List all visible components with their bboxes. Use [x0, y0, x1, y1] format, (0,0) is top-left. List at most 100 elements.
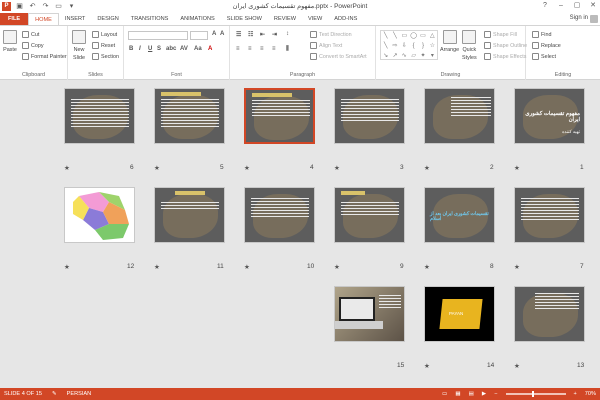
- language-indicator[interactable]: PERSIAN: [67, 388, 92, 400]
- shadow-button[interactable]: abc: [166, 46, 176, 52]
- numbering-icon[interactable]: ☷: [248, 31, 253, 38]
- shrink-font-icon[interactable]: A: [220, 31, 224, 37]
- slide-thumbnail[interactable]: [154, 187, 225, 243]
- tab-review[interactable]: REVIEW: [268, 13, 302, 25]
- new-slide-button[interactable]: New Slide: [72, 30, 86, 61]
- copy-button[interactable]: Copy: [22, 42, 44, 49]
- slide-thumbnail[interactable]: [514, 286, 585, 342]
- zoom-level[interactable]: 70%: [585, 388, 596, 400]
- oval-shape-icon[interactable]: ◯: [409, 31, 418, 41]
- slide-show-icon[interactable]: ▶: [482, 388, 486, 400]
- transition-star-icon[interactable]: ★: [514, 164, 520, 172]
- slide-thumbnail[interactable]: [424, 88, 495, 144]
- normal-view-icon[interactable]: ▭: [442, 388, 447, 400]
- align-center-icon[interactable]: ≡: [248, 46, 252, 52]
- slide-thumbnail[interactable]: [334, 187, 405, 243]
- shapes-gallery[interactable]: ╲ ╲ ▭ ◯ ▭ △ ╲ ⇨ ⇩ { } ☆ ↘ ↗ ∿ ▱ ✦ ▾: [380, 30, 438, 60]
- tab-animations[interactable]: ANIMATIONS: [174, 13, 220, 25]
- line-spacing-icon[interactable]: ↕: [286, 31, 289, 37]
- strikethrough-button[interactable]: S: [157, 46, 161, 52]
- slide-thumbnail[interactable]: PAYAN: [424, 286, 495, 342]
- transition-star-icon[interactable]: ★: [64, 263, 70, 271]
- arrow-shape-icon[interactable]: ⇩: [400, 41, 409, 51]
- underline-button[interactable]: U: [148, 46, 152, 52]
- rectangle-shape-icon[interactable]: ▭: [400, 31, 409, 41]
- font-color-button[interactable]: A: [208, 46, 212, 52]
- shape-fill-button[interactable]: Shape Fill: [484, 31, 517, 38]
- paste-button[interactable]: Paste: [3, 30, 17, 53]
- transition-star-icon[interactable]: ★: [64, 164, 70, 172]
- zoom-in-icon[interactable]: +: [574, 388, 577, 400]
- tab-add-ins[interactable]: ADD-INS: [328, 13, 363, 25]
- reset-button[interactable]: Reset: [92, 42, 115, 49]
- justify-icon[interactable]: ≡: [272, 46, 276, 52]
- maximize-button[interactable]: ▢: [572, 1, 582, 11]
- layout-button[interactable]: Layout: [92, 31, 117, 38]
- cut-button[interactable]: Cut: [22, 31, 39, 38]
- slide-thumbnail[interactable]: [64, 187, 135, 243]
- quick-styles-button[interactable]: Quick Styles: [462, 30, 477, 61]
- arrow-shape-icon[interactable]: ↘: [381, 51, 390, 61]
- slide-thumbnail[interactable]: [514, 187, 585, 243]
- more-shapes-icon[interactable]: ▾: [428, 51, 437, 61]
- char-spacing-button[interactable]: AV: [180, 46, 188, 52]
- tab-slide-show[interactable]: SLIDE SHOW: [221, 13, 268, 25]
- transition-star-icon[interactable]: ★: [424, 164, 430, 172]
- decrease-indent-icon[interactable]: ⇤: [260, 31, 265, 38]
- transition-star-icon[interactable]: ★: [244, 263, 250, 271]
- tab-insert[interactable]: INSERT: [59, 13, 91, 25]
- columns-icon[interactable]: ⫼: [286, 46, 289, 53]
- text-direction-button[interactable]: Text Direction: [310, 31, 352, 38]
- slide-thumbnail[interactable]: [154, 88, 225, 144]
- font-name-box[interactable]: [128, 31, 188, 40]
- slide-thumbnail[interactable]: [334, 286, 405, 342]
- slide-thumbnail-selected[interactable]: [244, 88, 315, 144]
- shape-effects-button[interactable]: Shape Effects: [484, 53, 526, 60]
- transition-star-icon[interactable]: ★: [424, 362, 430, 370]
- zoom-out-icon[interactable]: −: [494, 388, 497, 400]
- align-left-icon[interactable]: ≡: [236, 46, 240, 52]
- sign-in-link[interactable]: Sign in: [570, 15, 588, 21]
- select-button[interactable]: Select: [532, 53, 556, 60]
- align-right-icon[interactable]: ≡: [260, 46, 264, 52]
- triangle-shape-icon[interactable]: △: [428, 31, 437, 41]
- zoom-slider-thumb[interactable]: [531, 391, 534, 397]
- slide-sorter-view-icon[interactable]: ▦: [455, 388, 460, 400]
- shape-outline-button[interactable]: Shape Outline: [484, 42, 527, 49]
- tab-transitions[interactable]: TRANSITIONS: [125, 13, 175, 25]
- tab-file[interactable]: FILE: [0, 13, 29, 25]
- zoom-slider[interactable]: [505, 391, 566, 397]
- tab-view[interactable]: VIEW: [302, 13, 328, 25]
- line-shape-icon[interactable]: ╲: [381, 41, 390, 51]
- tab-design[interactable]: DESIGN: [91, 13, 124, 25]
- slide-thumbnail[interactable]: [334, 88, 405, 144]
- rect-shape-icon[interactable]: ▭: [418, 31, 427, 41]
- format-painter-button[interactable]: Format Painter: [22, 53, 67, 60]
- tab-home[interactable]: HOME: [28, 13, 59, 25]
- find-button[interactable]: Find: [532, 31, 552, 38]
- slide-thumbnail[interactable]: تقسیمات کشوری ایران بعد از اسلام: [424, 187, 495, 243]
- italic-button[interactable]: I: [139, 46, 141, 52]
- minimize-button[interactable]: –: [556, 1, 566, 11]
- arrange-button[interactable]: Arrange: [440, 30, 459, 53]
- slide-thumbnail[interactable]: [64, 88, 135, 144]
- transition-star-icon[interactable]: ★: [514, 263, 520, 271]
- reading-view-icon[interactable]: ▤: [469, 388, 474, 400]
- line-shape-icon[interactable]: ╲: [381, 31, 390, 41]
- transition-star-icon[interactable]: ★: [154, 164, 160, 172]
- help-button[interactable]: ?: [540, 1, 550, 11]
- line-shape-icon[interactable]: ╲: [390, 31, 399, 41]
- brace-shape-icon[interactable]: }: [418, 41, 427, 51]
- transition-star-icon[interactable]: ★: [244, 164, 250, 172]
- brace-shape-icon[interactable]: {: [409, 41, 418, 51]
- slide-thumbnail[interactable]: مفهوم تقسیمات کشوری ایران تهیه کننده: [514, 88, 585, 144]
- star-shape-icon[interactable]: ☆: [428, 41, 437, 51]
- close-button[interactable]: ✕: [588, 1, 598, 11]
- change-case-button[interactable]: Aa: [194, 46, 202, 52]
- curve-shape-icon[interactable]: ∿: [400, 51, 409, 61]
- align-text-button[interactable]: Align Text: [310, 42, 342, 49]
- transition-star-icon[interactable]: ★: [514, 362, 520, 370]
- replace-button[interactable]: Replace: [532, 42, 561, 49]
- arrow-shape-icon[interactable]: ↗: [390, 51, 399, 61]
- increase-indent-icon[interactable]: ⇥: [272, 31, 277, 38]
